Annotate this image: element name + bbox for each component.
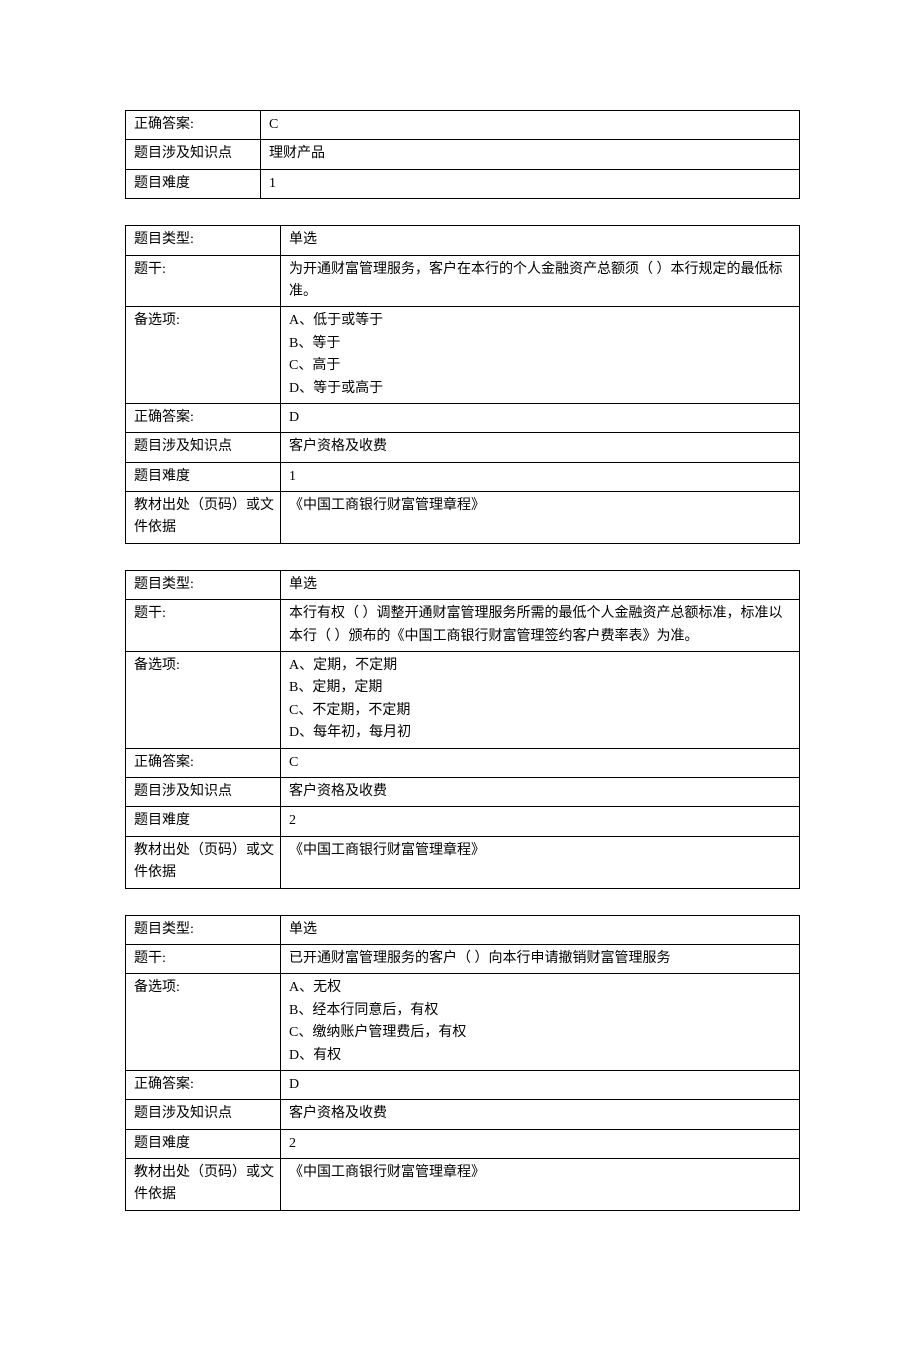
table-row: 正确答案: C [126,111,800,140]
difficulty-value: 1 [281,462,800,491]
options-value: A、低于或等于 B、等于 C、高于 D、等于或高于 [281,307,800,404]
table-row: 正确答案: D [126,403,800,432]
table-row: 题目难度 1 [126,462,800,491]
table-row: 题目涉及知识点 客户资格及收费 [126,777,800,806]
table-row: 题目难度 2 [126,1129,800,1158]
difficulty-label: 题目难度 [126,169,261,198]
difficulty-value: 2 [281,1129,800,1158]
stem-label: 题干: [126,255,281,307]
topic-value: 理财产品 [261,140,800,169]
stem-value: 已开通财富管理服务的客户（ ）向本行申请撤销财富管理服务 [281,944,800,973]
table-row: 教材出处（页码）或文件依据 《中国工商银行财富管理章程》 [126,1159,800,1211]
table-row: 教材出处（页码）或文件依据 《中国工商银行财富管理章程》 [126,492,800,544]
topic-value: 客户资格及收费 [281,777,800,806]
type-label: 题目类型: [126,915,281,944]
question-table-3: 题目类型: 单选 题干: 本行有权（ ）调整开通财富管理服务所需的最低个人金融资… [125,570,800,889]
stem-value: 为开通财富管理服务，客户在本行的个人金融资产总额须（ ）本行规定的最低标准。 [281,255,800,307]
options-label: 备选项: [126,974,281,1071]
options-label: 备选项: [126,652,281,749]
source-label: 教材出处（页码）或文件依据 [126,492,281,544]
table-row: 正确答案: D [126,1070,800,1099]
topic-label: 题目涉及知识点 [126,433,281,462]
answer-value: C [261,111,800,140]
answer-label: 正确答案: [126,111,261,140]
topic-value: 客户资格及收费 [281,1100,800,1129]
table-row: 正确答案: C [126,748,800,777]
source-label: 教材出处（页码）或文件依据 [126,1159,281,1211]
source-label: 教材出处（页码）或文件依据 [126,836,281,888]
difficulty-label: 题目难度 [126,1129,281,1158]
answer-label: 正确答案: [126,1070,281,1099]
topic-label: 题目涉及知识点 [126,777,281,806]
source-value: 《中国工商银行财富管理章程》 [281,492,800,544]
type-value: 单选 [281,570,800,599]
answer-value: D [281,1070,800,1099]
answer-value: D [281,403,800,432]
document-page: 正确答案: C 题目涉及知识点 理财产品 题目难度 1 题目类型: 单选 题干:… [0,0,920,1347]
topic-label: 题目涉及知识点 [126,140,261,169]
difficulty-value: 1 [261,169,800,198]
difficulty-label: 题目难度 [126,462,281,491]
source-value: 《中国工商银行财富管理章程》 [281,836,800,888]
table-row: 备选项: A、无权 B、经本行同意后，有权 C、缴纳账户管理费后，有权 D、有权 [126,974,800,1071]
table-row: 题干: 已开通财富管理服务的客户（ ）向本行申请撤销财富管理服务 [126,944,800,973]
answer-label: 正确答案: [126,748,281,777]
question-table-2: 题目类型: 单选 题干: 为开通财富管理服务，客户在本行的个人金融资产总额须（ … [125,225,800,544]
stem-label: 题干: [126,944,281,973]
table-row: 题干: 本行有权（ ）调整开通财富管理服务所需的最低个人金融资产总额标准，标准以… [126,600,800,652]
type-label: 题目类型: [126,226,281,255]
topic-value: 客户资格及收费 [281,433,800,462]
table-row: 题目类型: 单选 [126,570,800,599]
table-row: 题目类型: 单选 [126,226,800,255]
question-table-1: 正确答案: C 题目涉及知识点 理财产品 题目难度 1 [125,110,800,199]
table-row: 备选项: A、低于或等于 B、等于 C、高于 D、等于或高于 [126,307,800,404]
answer-label: 正确答案: [126,403,281,432]
table-row: 题目涉及知识点 客户资格及收费 [126,1100,800,1129]
table-row: 题目涉及知识点 客户资格及收费 [126,433,800,462]
options-label: 备选项: [126,307,281,404]
type-value: 单选 [281,226,800,255]
table-row: 题目类型: 单选 [126,915,800,944]
question-table-4: 题目类型: 单选 题干: 已开通财富管理服务的客户（ ）向本行申请撤销财富管理服… [125,915,800,1211]
table-row: 题目涉及知识点 理财产品 [126,140,800,169]
table-row: 备选项: A、定期，不定期 B、定期，定期 C、不定期，不定期 D、每年初，每月… [126,652,800,749]
stem-label: 题干: [126,600,281,652]
table-row: 题目难度 2 [126,807,800,836]
type-label: 题目类型: [126,570,281,599]
options-value: A、无权 B、经本行同意后，有权 C、缴纳账户管理费后，有权 D、有权 [281,974,800,1071]
topic-label: 题目涉及知识点 [126,1100,281,1129]
table-row: 教材出处（页码）或文件依据 《中国工商银行财富管理章程》 [126,836,800,888]
answer-value: C [281,748,800,777]
type-value: 单选 [281,915,800,944]
table-row: 题目难度 1 [126,169,800,198]
options-value: A、定期，不定期 B、定期，定期 C、不定期，不定期 D、每年初，每月初 [281,652,800,749]
source-value: 《中国工商银行财富管理章程》 [281,1159,800,1211]
difficulty-label: 题目难度 [126,807,281,836]
stem-value: 本行有权（ ）调整开通财富管理服务所需的最低个人金融资产总额标准，标准以本行（ … [281,600,800,652]
difficulty-value: 2 [281,807,800,836]
table-row: 题干: 为开通财富管理服务，客户在本行的个人金融资产总额须（ ）本行规定的最低标… [126,255,800,307]
